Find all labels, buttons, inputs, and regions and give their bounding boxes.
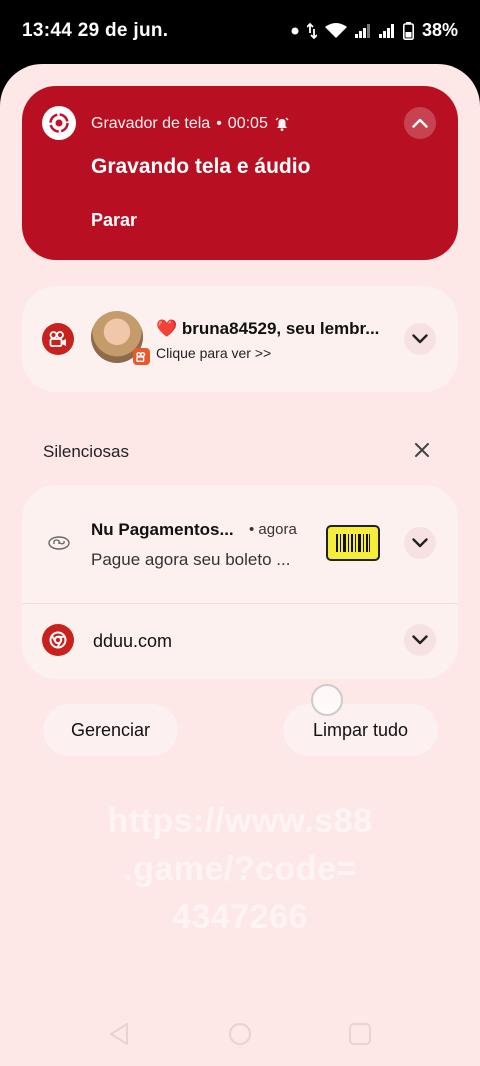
chevron-down-icon	[412, 334, 428, 344]
chrome-expand-button[interactable]	[404, 624, 436, 656]
status-bar: 13:44 29 de jun. 38%	[0, 0, 480, 64]
chevron-down-icon	[412, 538, 428, 548]
nu-expand-button[interactable]	[404, 527, 436, 559]
dismiss-silent-button[interactable]	[411, 439, 433, 461]
chevron-up-icon	[412, 118, 428, 128]
recorder-separator: •	[216, 115, 222, 132]
recorder-app-name: Gravador de tela	[91, 115, 211, 132]
back-icon[interactable]	[108, 1022, 130, 1046]
stop-button[interactable]: Parar	[91, 210, 137, 231]
close-icon	[415, 443, 429, 457]
chrome-app-icon	[42, 624, 74, 656]
kwai-subtitle: Clique para ver >>	[156, 345, 272, 361]
recorder-title: Gravando tela e áudio	[91, 155, 311, 178]
screen-recorder-notification[interactable]: Gravador de tela • 00:05 Gravando tela e…	[22, 86, 458, 260]
battery-icon	[402, 21, 414, 40]
kwai-title: ❤️ bruna84529, seu lembr...	[156, 319, 380, 339]
notification-panel: Gravador de tela • 00:05 Gravando tela e…	[0, 64, 480, 1066]
kwai-title-text: bruna84529, seu lembr...	[181, 319, 380, 338]
status-time: 13:44 29 de jun.	[22, 20, 169, 41]
dot-icon	[291, 27, 299, 34]
chrome-notification[interactable]	[22, 604, 458, 679]
watermark-line-2: .game/?code=	[123, 850, 357, 888]
watermark-line-1: https://www.s88	[107, 802, 373, 840]
kwai-badge-icon	[133, 348, 150, 365]
expand-button[interactable]	[404, 323, 436, 355]
recents-icon[interactable]	[348, 1022, 372, 1046]
wifi-icon	[324, 22, 347, 38]
heart-icon: ❤️	[156, 319, 178, 338]
signal-icon-2	[378, 23, 394, 38]
nu-title: Nu Pagamentos...	[91, 520, 234, 539]
chrome-site-label: dduu.com	[93, 631, 173, 651]
recorder-elapsed: 00:05	[227, 115, 268, 132]
manage-button[interactable]: Gerenciar	[43, 704, 178, 756]
status-icons: 38%	[291, 20, 458, 41]
nu-notification[interactable]: Nu Pagamentos... • agora Pague agora seu…	[22, 485, 458, 603]
signal-icon	[354, 23, 370, 38]
alarm-icon	[275, 117, 289, 131]
silent-notifications-group: Nu Pagamentos... • agora Pague agora seu…	[22, 485, 458, 679]
kwai-app-icon	[42, 323, 74, 355]
collapse-button[interactable]	[404, 107, 436, 139]
data-transfer-icon	[306, 22, 317, 39]
nu-time: • agora	[249, 521, 297, 538]
clear-all-button[interactable]: Limpar tudo	[283, 704, 438, 756]
barcode-icon	[326, 525, 380, 561]
chevron-down-icon	[412, 635, 428, 645]
kwai-notification[interactable]: ❤️ bruna84529, seu lembr... Clique para …	[22, 286, 458, 392]
watermark-line-3: 4347266	[172, 898, 308, 936]
battery-percent: 38%	[421, 20, 458, 40]
home-icon[interactable]	[228, 1022, 252, 1046]
nu-app-icon	[48, 536, 70, 550]
navigation-bar	[0, 1014, 480, 1054]
nu-body: Pague agora seu boleto ...	[91, 550, 291, 569]
silent-section-label: Silenciosas	[43, 442, 129, 461]
screen-recorder-icon	[42, 106, 76, 140]
recorder-meta: Gravador de tela • 00:05	[91, 115, 290, 133]
touch-indicator	[311, 684, 343, 716]
